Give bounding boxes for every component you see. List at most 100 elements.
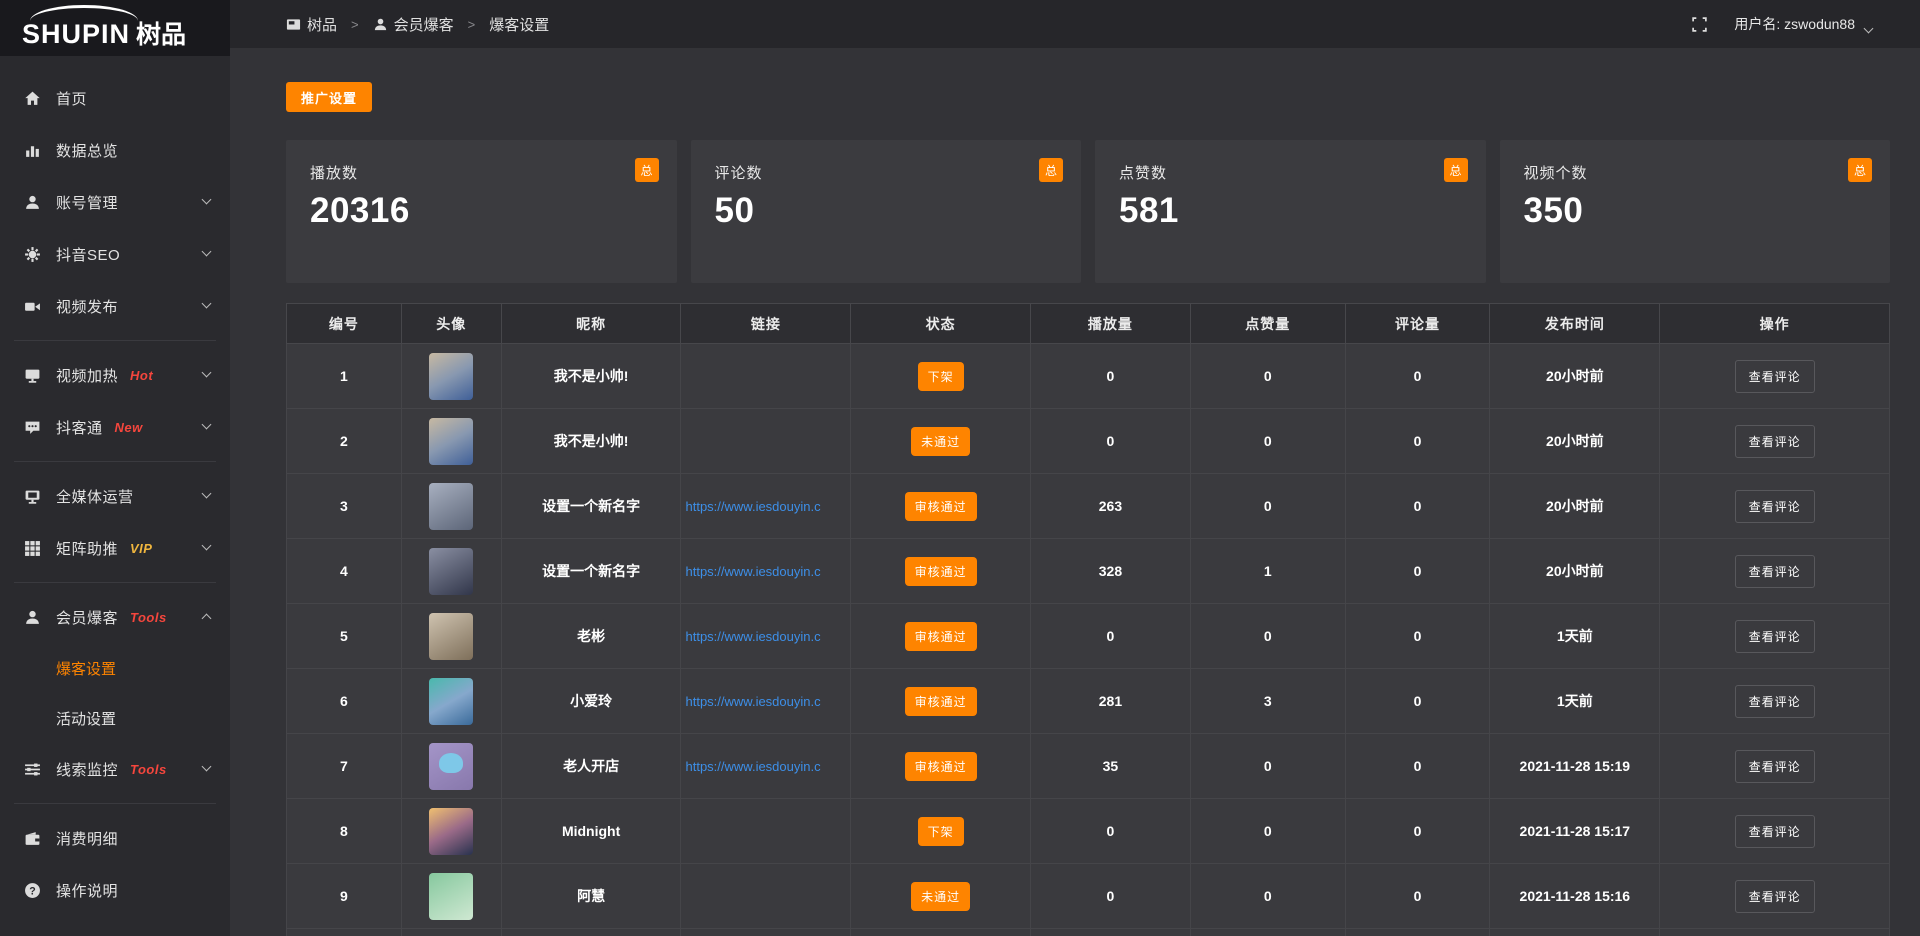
cell-status: 下架: [851, 344, 1031, 409]
cell-comment-count: 0: [1345, 604, 1490, 669]
cell-link[interactable]: https://www.iesdouyin.c: [681, 604, 851, 669]
table-header-cell: 链接: [681, 304, 851, 344]
cell-action: 查看评论: [1660, 734, 1890, 799]
stat-cards-row: 播放数20316总评论数50总点赞数581总视频个数350总: [286, 140, 1890, 283]
sidebar-item[interactable]: 线索监控Tools: [0, 743, 230, 795]
view-comments-button[interactable]: 查看评论: [1735, 685, 1815, 718]
view-comments-button[interactable]: 查看评论: [1735, 750, 1815, 783]
view-comments-button[interactable]: 查看评论: [1735, 360, 1815, 393]
sidebar-item[interactable]: 会员爆客 Tools: [0, 591, 230, 643]
sidebar-item-tag: Tools: [130, 610, 167, 625]
cell-nickname: 阿慧: [501, 864, 681, 929]
table-body: 1我不是小帅!下架00020小时前查看评论2我不是小帅!未通过00020小时前查…: [287, 344, 1890, 936]
cell-avatar: [401, 604, 501, 669]
breadcrumb-item[interactable]: 树品: [286, 14, 337, 35]
grid-icon: [24, 540, 41, 557]
main-column: 树品>会员爆客>爆客设置 用户名: zswodun88 推广设置 播放数2031…: [230, 0, 1920, 936]
cell-like-count: 0: [1190, 344, 1345, 409]
view-comments-button[interactable]: 查看评论: [1735, 880, 1815, 913]
table-header-cell: 编号: [287, 304, 402, 344]
table-header-cell: 点赞量: [1190, 304, 1345, 344]
cell-status: [851, 929, 1031, 936]
cell-action: 查看评论: [1660, 474, 1890, 539]
table-row: 7老人开店https://www.iesdouyin.c审核通过35002021…: [287, 734, 1890, 799]
table-row: 2我不是小帅!未通过00020小时前查看评论: [287, 409, 1890, 474]
brand-logo[interactable]: SHUPIN 树品: [0, 0, 230, 56]
table-header-cell: 状态: [851, 304, 1031, 344]
cell-action: 查看评论: [1660, 669, 1890, 734]
cell-avatar: [401, 539, 501, 604]
sidebar-item[interactable]: 视频加热Hot: [0, 349, 230, 401]
sidebar-item[interactable]: 全媒体运营: [0, 470, 230, 522]
breadcrumb-item[interactable]: 会员爆客: [373, 14, 454, 35]
sidebar-item[interactable]: 首页: [0, 72, 230, 124]
table-header-cell: 评论量: [1345, 304, 1490, 344]
stat-card-value: 350: [1524, 191, 1867, 231]
cell-nickname: 小爱玲: [501, 669, 681, 734]
cell-status: 审核通过: [851, 474, 1031, 539]
breadcrumb-item[interactable]: 爆客设置: [489, 14, 549, 35]
cell-link[interactable]: https://www.iesdouyin.c: [681, 539, 851, 604]
stat-total-badge: 总: [635, 158, 659, 182]
cell-publish-time: 20小时前: [1490, 409, 1660, 474]
view-comments-button[interactable]: 查看评论: [1735, 620, 1815, 653]
chevron-up-icon: [202, 614, 212, 624]
cell-row-number: 8: [287, 799, 402, 864]
brand-suffix: 树品: [136, 23, 186, 48]
stat-card-value: 50: [715, 191, 1058, 231]
cell-row-number: 7: [287, 734, 402, 799]
wallet-icon: [24, 830, 41, 847]
view-comments-button[interactable]: 查看评论: [1735, 490, 1815, 523]
chevron-down-icon: [202, 489, 212, 499]
stat-card-label: 点赞数: [1119, 162, 1462, 183]
cell-avatar: [401, 669, 501, 734]
view-comments-button[interactable]: 查看评论: [1735, 555, 1815, 588]
cell-publish-time: 2021-11-28 15:19: [1490, 734, 1660, 799]
sidebar-item[interactable]: 矩阵助推 VIP: [0, 522, 230, 574]
table-row: 1我不是小帅!下架00020小时前查看评论: [287, 344, 1890, 409]
cell-comment-count: [1345, 929, 1490, 936]
video-camera-icon: [24, 298, 41, 315]
sidebar-item[interactable]: 账号管理: [0, 176, 230, 228]
sidebar-item-label: 会员爆客: [56, 607, 118, 628]
cell-play-count: 0: [1031, 864, 1191, 929]
view-comments-button[interactable]: 查看评论: [1735, 815, 1815, 848]
fullscreen-icon[interactable]: [1691, 16, 1708, 33]
promo-settings-button[interactable]: 推广设置: [286, 82, 372, 112]
sidebar-subitem[interactable]: 爆客设置: [0, 643, 230, 693]
chevron-down-icon: [1864, 23, 1874, 33]
cell-status: 审核通过: [851, 539, 1031, 604]
status-badge: 下架: [918, 362, 964, 391]
cell-link[interactable]: https://www.iesdouyin.c: [681, 474, 851, 539]
table-header-cell: 操作: [1660, 304, 1890, 344]
avatar: [429, 353, 473, 400]
sidebar-item-tag: VIP: [130, 541, 152, 556]
stat-card-value: 581: [1119, 191, 1462, 231]
user-menu[interactable]: 用户名: zswodun88: [1734, 14, 1890, 34]
sidebar-item[interactable]: 消费明细: [0, 812, 230, 864]
cell-play-count: 0: [1031, 799, 1191, 864]
sidebar-item-label: 矩阵助推: [56, 538, 118, 559]
gear-icon: [24, 246, 41, 263]
avatar: [429, 808, 473, 855]
svg-text:?: ?: [29, 885, 35, 897]
cell-link[interactable]: https://www.iesdouyin.c: [681, 734, 851, 799]
sidebar-item[interactable]: 抖音SEO: [0, 228, 230, 280]
sidebar-item[interactable]: 数据总览: [0, 124, 230, 176]
sidebar-subitem[interactable]: 活动设置: [0, 693, 230, 743]
sidebar-item[interactable]: ?操作说明: [0, 864, 230, 916]
avatar: [429, 873, 473, 920]
sidebar-item[interactable]: 视频发布: [0, 280, 230, 332]
cell-row-number: 2: [287, 409, 402, 474]
view-comments-button[interactable]: 查看评论: [1735, 425, 1815, 458]
sidebar-item[interactable]: 抖客通New: [0, 401, 230, 453]
user-icon: [373, 17, 388, 32]
cell-link[interactable]: https://www.iesdouyin.c: [681, 669, 851, 734]
stat-card: 视频个数350总: [1500, 140, 1891, 283]
cell-publish-time: 20小时前: [1490, 539, 1660, 604]
cell-nickname: 设置一个新名字: [501, 474, 681, 539]
cell-row-number: 6: [287, 669, 402, 734]
bar-chart-icon: [24, 142, 41, 159]
sidebar-item-label: 全媒体运营: [56, 486, 134, 507]
table-row: 9阿慧未通过0002021-11-28 15:16查看评论: [287, 864, 1890, 929]
